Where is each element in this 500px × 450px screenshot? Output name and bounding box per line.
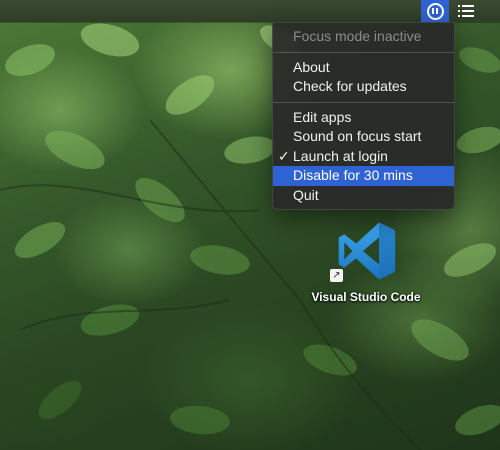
focus-dropdown-menu: Focus mode inactive About Check for upda…: [272, 22, 455, 210]
desktop-icon-label: Visual Studio Code: [311, 290, 421, 304]
edit-apps-menu-item[interactable]: Edit apps: [273, 108, 454, 128]
menu-bar: [0, 0, 500, 22]
sound-on-focus-start-menu-item[interactable]: Sound on focus start: [273, 127, 454, 147]
menu-separator: [273, 51, 454, 53]
vscode-desktop-shortcut[interactable]: ↗ Visual Studio Code: [296, 220, 436, 304]
disable-for-30-mins-menu-item[interactable]: Disable for 30 mins: [273, 166, 454, 186]
menu-separator: [273, 101, 454, 103]
launch-at-login-label: Launch at login: [293, 147, 388, 164]
list-icon: [458, 5, 474, 17]
check-for-updates-menu-item[interactable]: Check for updates: [273, 77, 454, 97]
vscode-icon: ↗: [330, 220, 398, 282]
checkmark-icon: ✓: [278, 147, 290, 164]
pause-circle-icon: [426, 2, 444, 20]
about-menu-item[interactable]: About: [273, 58, 454, 78]
list-status-button[interactable]: [452, 0, 480, 22]
focus-status-label: Focus mode inactive: [293, 28, 422, 44]
alias-arrow-icon: ↗: [330, 269, 343, 282]
focus-status-button[interactable]: [421, 0, 449, 22]
quit-menu-item[interactable]: Quit: [273, 186, 454, 206]
launch-at-login-menu-item[interactable]: ✓ Launch at login: [273, 147, 454, 167]
